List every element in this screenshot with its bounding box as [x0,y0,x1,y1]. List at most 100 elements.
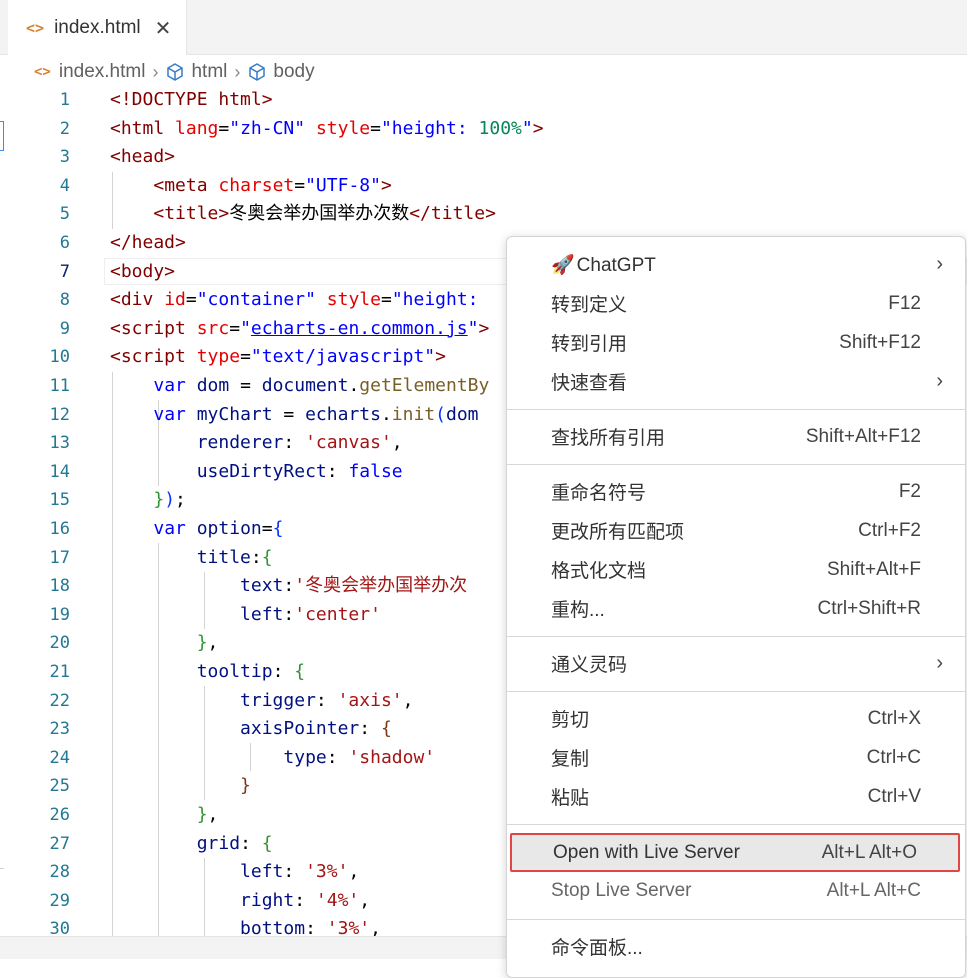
code-text: <!DOCTYPE html> [110,86,273,115]
code-token: <title> [153,203,230,225]
menu-item-format-document[interactable]: 格式化文档 Shift+Alt+F [507,550,965,589]
line-number: 5 [59,204,70,225]
breadcrumb-html[interactable]: html [165,61,227,83]
code-token: > [435,346,446,368]
line-number: 30 [49,919,70,936]
line-number: 29 [49,890,70,911]
menu-item-change-all-occurrences[interactable]: 更改所有匹配项 Ctrl+F2 [507,511,965,550]
code-token: { [380,718,392,740]
code-token: = [370,117,381,139]
code-token: charset [218,174,295,196]
menu-item-command-palette[interactable]: 命令面板... [507,927,965,966]
code-text: var dom = document.getElementBy [110,372,489,401]
line-number: 13 [49,433,70,454]
code-token: " [521,117,533,139]
menu-item-text: 转到定义 [551,295,628,316]
breadcrumb-body[interactable]: body [247,61,315,83]
menu-item-text: 快速查看 [551,373,628,394]
code-token: = [229,375,262,396]
editor-tab-bar: <> index.html ✕ [0,0,967,55]
code-token: : [326,460,349,482]
menu-item-text: 通义灵码 [551,655,628,676]
menu-item-chatgpt[interactable]: 🚀 ChatGPT › [507,245,965,284]
menu-item-copy[interactable]: 复制 Ctrl+C [507,738,965,777]
menu-item-refactor[interactable]: 重构... Ctrl+Shift+R [507,589,965,628]
code-token: = [261,518,273,539]
code-text: grid: { [110,830,273,859]
close-icon[interactable]: ✕ [155,16,172,40]
code-text: right: '4%', [110,887,370,916]
code-token: , [370,918,381,936]
menu-item-label: 格式化文档 [551,556,646,583]
menu-item-peek[interactable]: 快速查看 › [507,362,965,401]
code-text: <div id="container" style="height: [110,286,479,315]
menu-item-label: 更改所有匹配项 [551,517,684,544]
menu-item-text: ChatGPT [576,254,656,276]
menu-item-text: 重构... [551,600,605,621]
menu-item-label: 重命名符号 [551,478,646,505]
code-token: , [391,432,403,454]
menu-item-rename-symbol[interactable]: 重命名符号 F2 [507,472,965,511]
menu-item-open-live-server[interactable]: Open with Live Server Alt+L Alt+O [510,833,960,872]
code-token: "height: [391,289,479,311]
code-line[interactable]: 4 <meta charset="UTF-8"> [0,172,967,201]
breadcrumb-file[interactable]: <> index.html [34,61,145,83]
code-token: { [261,546,273,568]
code-text: }, [110,629,219,658]
menu-item-goto-references[interactable]: 转到引用 Shift+F12 [507,323,965,362]
code-line[interactable]: 5 <title>冬奥会举办国举办次数</title> [0,200,967,229]
code-line[interactable]: 1 <!DOCTYPE html> [0,86,967,115]
menu-item-text: Open with Live Server [553,841,740,863]
code-token: "text/javascript" [250,346,436,368]
menu-item-text: 粘贴 [551,788,590,809]
tab-index-html[interactable]: <> index.html ✕ [8,0,187,55]
menu-item-find-all-references[interactable]: 查找所有引用 Shift+Alt+F12 [507,417,965,456]
chevron-right-icon: › [936,370,943,392]
menu-item-paste[interactable]: 粘贴 Ctrl+V [507,777,965,816]
code-token: } [196,632,208,654]
chevron-right-icon: › [152,61,159,82]
html-file-icon: <> [26,18,45,37]
code-token: left [240,861,284,883]
code-token: <div [110,289,165,311]
menu-item-label: Open with Live Server [553,842,740,864]
code-token: id [164,289,186,311]
line-number: 1 [59,90,70,110]
menu-item-tongyi-lingma[interactable]: 通义灵码 › [507,644,965,683]
code-text: <head> [110,143,175,172]
code-token: . [380,403,392,425]
code-text: <html lang="zh-CN" style="height: 100%"> [110,115,544,144]
code-text: <title>冬奥会举办国举办次数</title> [110,200,496,229]
line-number: 2 [59,118,70,139]
chevron-right-icon: › [936,652,943,674]
menu-item-shortcut: Shift+F12 [839,331,921,353]
code-line[interactable]: 3 <head> [0,143,967,172]
code-token: : [250,546,262,568]
code-token: lang [175,117,219,139]
code-line[interactable]: 2 <html lang="zh-CN" style="height: 100%"… [0,115,967,144]
code-token: 冬奥会举办国举办次数 [229,203,410,225]
code-text: title:{ [110,544,273,573]
code-token: 'axis' [337,689,403,711]
code-token: grid [196,832,241,854]
menu-item-goto-definition[interactable]: 转到定义 F12 [507,284,965,323]
line-number: 14 [49,461,70,482]
menu-item-shortcut: Ctrl+V [867,785,921,807]
menu-item-stop-live-server[interactable]: Stop Live Server Alt+L Alt+C [507,871,965,910]
code-token: type [283,746,327,768]
menu-item-cut[interactable]: 剪切 Ctrl+X [507,699,965,738]
code-token: <script [110,317,197,339]
menu-item-shortcut: F12 [888,292,921,314]
menu-item-text: 查找所有引用 [551,428,666,449]
code-token: <body> [110,260,176,282]
